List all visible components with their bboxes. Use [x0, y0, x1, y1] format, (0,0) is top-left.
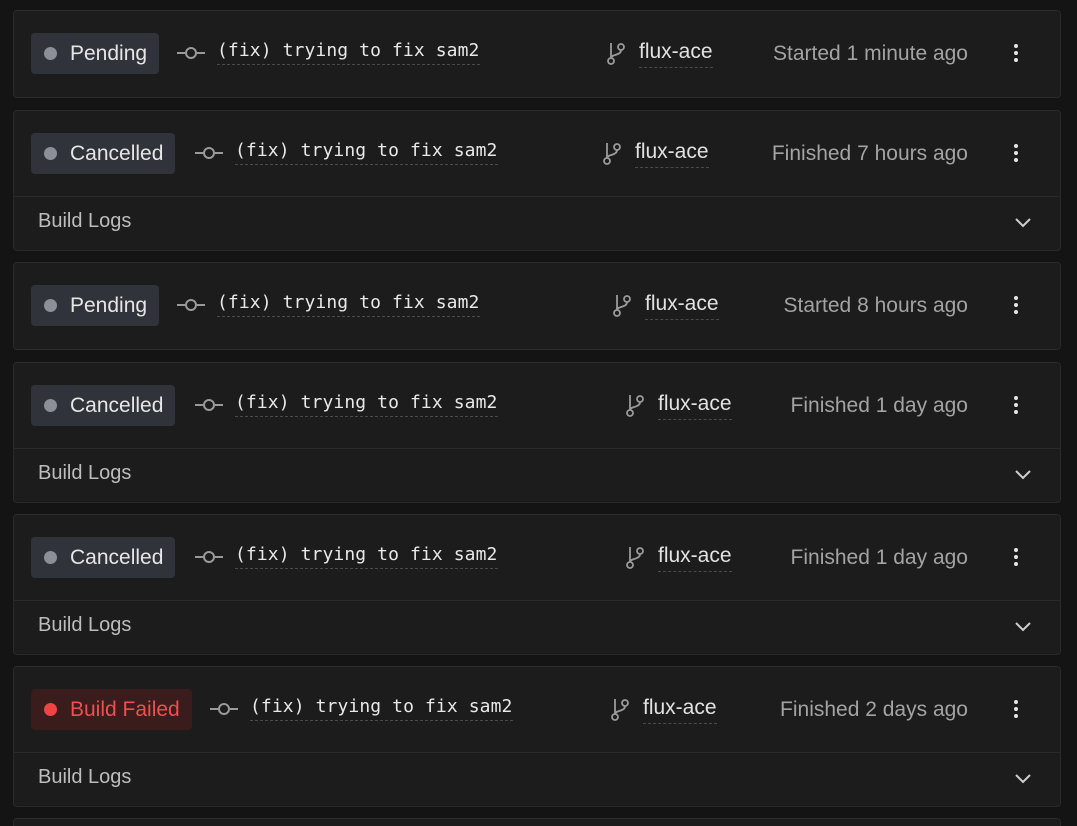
build-card: Pending (fix) trying to fix sam2 flux-ac…	[13, 10, 1061, 98]
build-summary-row[interactable]: Cancelled (fix) trying to fix sam2 flux-…	[14, 515, 1060, 600]
build-logs-label: Build Logs	[38, 210, 132, 232]
timestamp: Finished 1 day ago	[790, 394, 968, 417]
commit-message-link[interactable]: (fix) trying to fix sam2	[235, 392, 498, 417]
git-commit-icon	[195, 398, 223, 411]
more-options-button[interactable]	[1000, 37, 1032, 69]
build-summary-row[interactable]: Build Failed (fix) trying to fix sam2 fl…	[14, 667, 1060, 752]
status-badge: Cancelled	[31, 537, 176, 578]
branch: flux-ace	[601, 140, 709, 168]
commit: (fix) trying to fix sam2	[195, 392, 498, 417]
build-summary-row[interactable]: Pending (fix) trying to fix sam2 flux-ac…	[14, 263, 1060, 349]
status-dot	[44, 703, 57, 716]
build-logs-toggle[interactable]: Build Logs	[14, 448, 1060, 502]
commit-message-link[interactable]: (fix) trying to fix sam2	[217, 292, 480, 317]
build-summary-row[interactable]: Pending (fix) trying to fix sam2 flux-ac…	[14, 11, 1060, 97]
more-options-button[interactable]	[1000, 541, 1032, 573]
build-card: Cancelled (fix) trying to fix sam2 flux-…	[13, 514, 1061, 655]
chevron-down-icon	[1015, 470, 1031, 480]
build-logs-toggle[interactable]: Build Logs	[14, 600, 1060, 654]
git-commit-icon	[177, 298, 205, 311]
chevron-down-icon	[1015, 622, 1031, 632]
commit-message-link[interactable]: (fix) trying to fix sam2	[217, 40, 480, 65]
build-card: Pending (fix) trying to fix sam2 flux-ac…	[13, 262, 1061, 350]
build-card: Cancelled (fix) trying to fix sam2 flux-…	[13, 110, 1061, 251]
more-options-button[interactable]	[1000, 137, 1032, 169]
build-card: Build Failed (fix) trying to fix sam2 fl…	[13, 666, 1061, 807]
git-commit-icon	[210, 702, 238, 715]
more-vertical-icon	[1014, 44, 1018, 62]
branch-link[interactable]: flux-ace	[658, 392, 732, 420]
status-label: Pending	[70, 41, 148, 65]
status-label: Cancelled	[70, 393, 164, 417]
branch: flux-ace	[611, 292, 719, 320]
build-logs-toggle[interactable]: Build Logs	[14, 752, 1060, 806]
build-card	[13, 818, 1061, 826]
status-label: Pending	[70, 293, 148, 317]
timestamp: Finished 1 day ago	[790, 546, 968, 569]
branch: flux-ace	[609, 696, 717, 724]
git-branch-icon	[603, 143, 621, 165]
chevron-down-icon	[1015, 218, 1031, 228]
git-branch-icon	[611, 699, 629, 721]
branch-link[interactable]: flux-ace	[635, 140, 709, 168]
status-badge: Cancelled	[31, 133, 176, 174]
branch-link[interactable]: flux-ace	[639, 40, 713, 68]
build-summary-row[interactable]: Cancelled (fix) trying to fix sam2 flux-…	[14, 111, 1060, 196]
commit: (fix) trying to fix sam2	[195, 544, 498, 569]
git-commit-icon	[195, 550, 223, 563]
more-vertical-icon	[1014, 548, 1018, 566]
branch: flux-ace	[624, 392, 732, 420]
build-summary-row[interactable]: Cancelled (fix) trying to fix sam2 flux-…	[14, 363, 1060, 448]
git-commit-icon	[195, 146, 223, 159]
status-label: Cancelled	[70, 545, 164, 569]
chevron-down-icon	[1015, 774, 1031, 784]
branch-link[interactable]: flux-ace	[658, 544, 732, 572]
branch: flux-ace	[624, 544, 732, 572]
more-options-button[interactable]	[1000, 693, 1032, 725]
branch: flux-ace	[605, 40, 713, 68]
git-branch-icon	[626, 395, 644, 417]
build-logs-label: Build Logs	[38, 766, 132, 788]
status-label: Build Failed	[70, 697, 180, 721]
commit: (fix) trying to fix sam2	[177, 40, 480, 65]
more-vertical-icon	[1014, 296, 1018, 314]
status-label: Cancelled	[70, 141, 164, 165]
status-dot	[44, 147, 57, 160]
status-dot	[44, 399, 57, 412]
status-badge: Build Failed	[31, 689, 192, 730]
more-vertical-icon	[1014, 700, 1018, 718]
build-logs-label: Build Logs	[38, 462, 132, 484]
git-branch-icon	[607, 43, 625, 65]
git-branch-icon	[626, 547, 644, 569]
more-options-button[interactable]	[1000, 289, 1032, 321]
status-badge: Pending	[31, 33, 160, 74]
status-dot	[44, 551, 57, 564]
status-dot	[44, 299, 57, 312]
more-options-button[interactable]	[1000, 389, 1032, 421]
build-logs-label: Build Logs	[38, 614, 132, 636]
status-badge: Cancelled	[31, 385, 176, 426]
commit: (fix) trying to fix sam2	[177, 292, 480, 317]
status-dot	[44, 47, 57, 60]
build-logs-toggle[interactable]: Build Logs	[14, 196, 1060, 250]
git-commit-icon	[177, 46, 205, 59]
timestamp: Started 8 hours ago	[783, 294, 968, 317]
commit: (fix) trying to fix sam2	[210, 696, 513, 721]
branch-link[interactable]: flux-ace	[645, 292, 719, 320]
more-vertical-icon	[1014, 144, 1018, 162]
commit: (fix) trying to fix sam2	[195, 140, 498, 165]
commit-message-link[interactable]: (fix) trying to fix sam2	[235, 140, 498, 165]
timestamp: Finished 7 hours ago	[771, 142, 968, 165]
git-branch-icon	[613, 295, 631, 317]
timestamp: Started 1 minute ago	[773, 42, 968, 65]
build-card: Cancelled (fix) trying to fix sam2 flux-…	[13, 362, 1061, 503]
more-vertical-icon	[1014, 396, 1018, 414]
commit-message-link[interactable]: (fix) trying to fix sam2	[235, 544, 498, 569]
timestamp: Finished 2 days ago	[780, 698, 968, 721]
commit-message-link[interactable]: (fix) trying to fix sam2	[250, 696, 513, 721]
build-list: Pending (fix) trying to fix sam2 flux-ac…	[0, 0, 1077, 826]
branch-link[interactable]: flux-ace	[643, 696, 717, 724]
status-badge: Pending	[31, 285, 160, 326]
